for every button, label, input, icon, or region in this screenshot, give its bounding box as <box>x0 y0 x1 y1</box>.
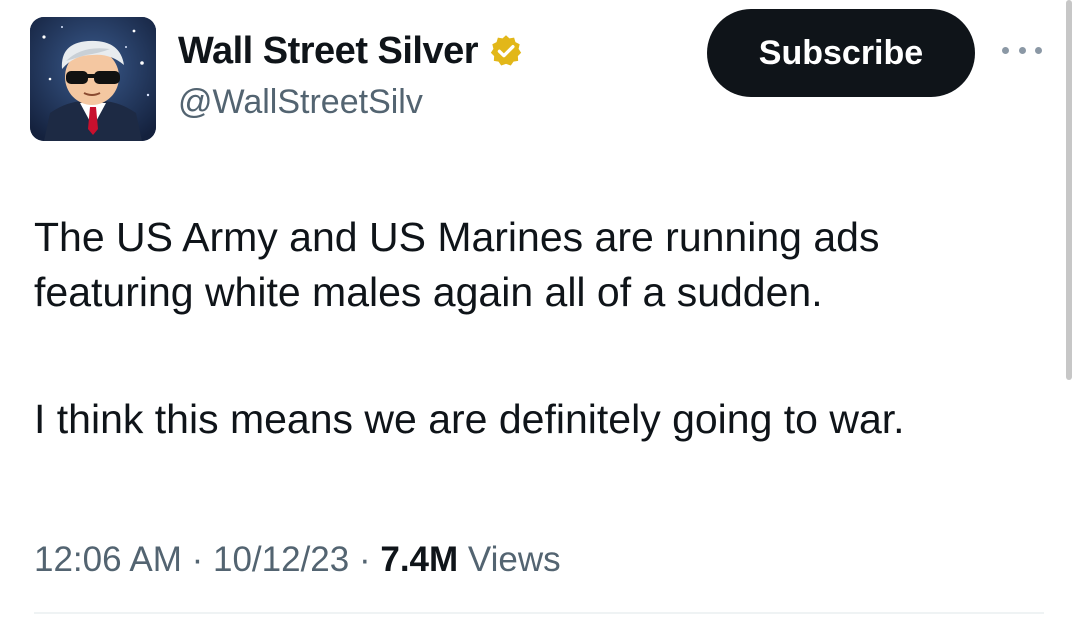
tweet-meta: 12:06 AM · 10/12/23 · 7.4M Views <box>34 536 561 584</box>
meta-separator: · <box>181 540 213 579</box>
more-dot <box>1035 46 1042 54</box>
avatar[interactable] <box>30 17 156 141</box>
tweet-date[interactable]: 10/12/23 <box>213 540 349 579</box>
more-dot <box>1002 46 1009 54</box>
tweet-text-line: The US Army and US Marines are running a… <box>34 214 880 260</box>
more-dot <box>1018 46 1026 54</box>
scrollbar[interactable] <box>1066 0 1072 380</box>
more-options-icon[interactable] <box>1002 38 1042 62</box>
author-handle[interactable]: @WallStreetSilv <box>178 80 423 124</box>
verified-badge-icon <box>490 35 522 66</box>
tweet-text-line: featuring white males again all of a sud… <box>34 269 823 315</box>
tweet-text-line: I think this means we are definitely goi… <box>34 396 905 442</box>
author-name-row[interactable]: Wall Street Silver <box>178 28 524 74</box>
subscribe-button[interactable]: Subscribe <box>707 9 975 97</box>
divider <box>34 612 1044 614</box>
avatar-icon <box>30 17 156 141</box>
tweet-time[interactable]: 12:06 AM <box>34 540 182 579</box>
views-label: Views <box>458 540 561 579</box>
tweet-text: The US Army and US Marines are running a… <box>34 210 1044 447</box>
meta-separator: · <box>349 540 381 579</box>
views-count[interactable]: 7.4M <box>380 540 458 579</box>
author-display-name[interactable]: Wall Street Silver <box>178 28 479 74</box>
tweet-card: Wall Street Silver @WallStreetSilv Subsc… <box>0 0 1080 620</box>
